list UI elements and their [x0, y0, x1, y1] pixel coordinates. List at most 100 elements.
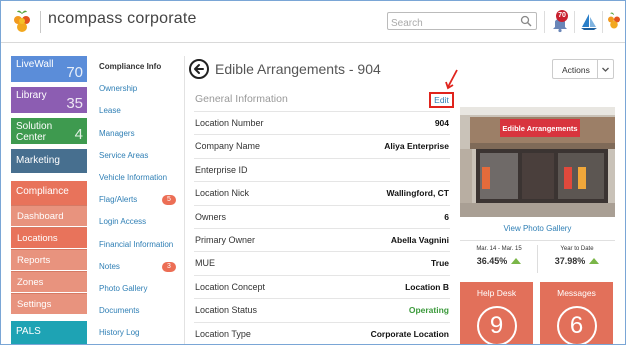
sailboat-icon[interactable] [579, 12, 599, 32]
field-value: Aliya Enterprise [384, 141, 449, 152]
nav-tile-livewall[interactable]: LiveWall 70 [11, 56, 87, 82]
subnav-photo-gallery[interactable]: Photo Gallery [99, 278, 181, 300]
compliance-sub-settings[interactable]: Settings [11, 293, 87, 314]
nav-tile-label: Marketing [16, 155, 60, 166]
subnav-service-areas[interactable]: Service Areas [99, 145, 181, 167]
subnav-compliance-info[interactable]: Compliance Info [99, 56, 181, 78]
field-row-owners: Owners 6 [194, 204, 450, 228]
subnav-label: Managers [99, 128, 135, 138]
field-value: Corporate Location [370, 328, 449, 339]
nav-tile-label: Library [16, 90, 47, 101]
field-value: Location B [405, 281, 449, 292]
subnav-divider [184, 56, 185, 344]
store-sign-text: Edible Arrangements [502, 124, 577, 133]
subnav-documents[interactable]: Documents [99, 300, 181, 322]
field-value: Abella Vagnini [390, 234, 449, 245]
subnav-label: Compliance Info [99, 62, 162, 71]
field-row-location-number: Location Number 904 [194, 111, 450, 134]
field-label: Enterprise ID [195, 164, 248, 175]
subnav-financial-information[interactable]: Financial Information [99, 234, 181, 256]
stats-divider [460, 240, 615, 241]
page-title: Edible Arrangements - 904 [215, 61, 381, 77]
back-button[interactable] [189, 59, 209, 79]
general-info-table: Location Number 904 Company Name Aliya Ent… [194, 111, 450, 344]
stat-label: Year to Date [560, 246, 594, 252]
subnav-ownership[interactable]: Ownership [99, 78, 181, 100]
messages-card[interactable]: Messages 6 [540, 282, 613, 344]
field-label: Location Concept [195, 281, 266, 292]
view-photo-gallery-link[interactable]: View Photo Gallery [460, 224, 615, 233]
compliance-sub-locations[interactable]: Locations [11, 227, 87, 248]
user-menu-logo-icon[interactable] [605, 11, 623, 31]
nav-tile-count: 4 [74, 126, 83, 143]
subnav-lease[interactable]: Lease [99, 100, 181, 122]
field-value: 6 [444, 211, 449, 222]
notification-badge: 70 [556, 10, 568, 22]
section-title: General Information [195, 93, 288, 105]
subnav-label: Vehicle Information [99, 172, 168, 182]
subnav-label: Flag/Alerts [99, 195, 138, 205]
subnav-managers[interactable]: Managers [99, 123, 181, 145]
storefront-photo[interactable]: Edible Arrangements [460, 107, 615, 217]
stat-value: 36.45% [476, 256, 508, 266]
stat-value-row: 37.98% [540, 256, 614, 266]
compliance-sub-zones[interactable]: Zones [11, 271, 87, 292]
field-row-location-status: Location Status Operating [194, 298, 450, 321]
ncompass-logo-icon[interactable] [10, 9, 34, 35]
chevron-down-icon [602, 67, 609, 72]
nav-tile-solution-center[interactable]: Solution Center 4 [11, 118, 87, 144]
field-row-company-name: Company Name Aliya Enterprise [194, 134, 450, 157]
trend-up-icon [589, 258, 600, 264]
field-row-location-type: Location Type Corporate Location [194, 321, 450, 344]
notes-count-badge: 3 [162, 261, 176, 272]
subnav-label: Lease [99, 106, 121, 116]
nav-tile-pals[interactable]: PALS [11, 321, 87, 344]
header-divider [602, 11, 603, 33]
compliance-sub-dashboard[interactable]: Dashboard [11, 205, 87, 226]
field-row-location-concept: Location Concept Location B [194, 274, 450, 298]
nav-tile-count: 35 [66, 95, 83, 112]
field-label: Owners [195, 211, 227, 222]
subnav-history-log[interactable]: History Log [99, 322, 181, 344]
subnav-vehicle-information[interactable]: Vehicle Information [99, 167, 181, 189]
compliance-sub-reports[interactable]: Reports [11, 249, 87, 270]
search-input[interactable] [388, 15, 518, 32]
subnav-label: History Log [99, 328, 140, 338]
help-desk-card[interactable]: Help Desk 9 [460, 282, 533, 344]
field-label: MUE [195, 258, 215, 269]
card-count: 9 [476, 306, 517, 344]
field-row-mue: MUE True [194, 251, 450, 274]
nav-tile-library[interactable]: Library 35 [11, 87, 87, 113]
subnav-label: Ownership [99, 84, 138, 94]
arrow-left-icon [194, 64, 204, 74]
nav-tile-label: Compliance [16, 186, 69, 197]
nav-tile-compliance[interactable]: Compliance [11, 181, 87, 205]
field-label: Location Status [195, 305, 258, 316]
edit-button[interactable]: Edit [429, 92, 454, 108]
field-label: Company Name [195, 141, 261, 152]
search-icon[interactable] [520, 15, 532, 27]
field-value: True [431, 258, 449, 269]
actions-dropdown[interactable]: Actions [552, 59, 614, 79]
nav-tile-marketing[interactable]: Marketing [11, 149, 87, 173]
subnav-label: Login Access [99, 217, 147, 227]
brand-divider [40, 11, 41, 33]
flag-alerts-count-badge: 5 [162, 195, 176, 206]
actions-label: Actions [562, 65, 590, 75]
header-divider [544, 11, 545, 33]
stat-label: Mar. 14 - Mar. 15 [476, 246, 522, 252]
nav-tile-count: 70 [66, 64, 83, 81]
subnav-flag-alerts[interactable]: Flag/Alerts 5 [99, 189, 181, 211]
subnav-label: Service Areas [99, 150, 149, 160]
subnav-login-access[interactable]: Login Access [99, 211, 181, 233]
search-box[interactable] [387, 12, 537, 32]
field-row-location-nick: Location Nick Wallingford, CT [194, 181, 450, 204]
field-value: Wallingford, CT [386, 188, 449, 199]
subnav-label: Photo Gallery [99, 283, 148, 293]
stat-ytd: Year to Date 37.98% [540, 246, 614, 266]
subnav-notes[interactable]: Notes 3 [99, 256, 181, 278]
field-label: Location Number [195, 118, 264, 128]
subnav-label: Documents [99, 306, 140, 316]
nav-tile-label: PALS [16, 326, 41, 337]
field-row-primary-owner: Primary Owner Abella Vagnini [194, 227, 450, 251]
